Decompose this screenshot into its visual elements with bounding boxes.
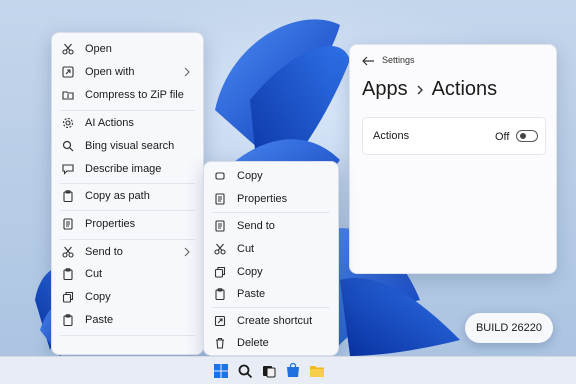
back-arrow-icon[interactable]: [361, 55, 375, 67]
menu-separator: [60, 183, 195, 184]
chevron-right-icon: [417, 85, 423, 94]
zip-folder-icon: [61, 88, 75, 102]
chevron-right-icon: [184, 67, 190, 77]
menu-item-properties[interactable]: Properties: [52, 213, 203, 235]
menu-separator: [60, 239, 195, 240]
menu-item-send-to[interactable]: Send to: [52, 241, 203, 263]
actions-setting-label: Actions: [373, 130, 410, 142]
scissors-icon: [213, 242, 227, 256]
search-icon[interactable]: [237, 363, 253, 379]
menu-item-bing-visual-search[interactable]: Bing visual search: [52, 135, 203, 157]
context-menu: Open Open with Compress to ZiP file AI A…: [51, 32, 204, 355]
chevron-right-icon: [184, 247, 190, 257]
scissors-icon: [61, 42, 75, 56]
submenu-item-copy-2[interactable]: Copy: [204, 261, 338, 283]
submenu-item-label: Delete: [237, 337, 269, 349]
window-title: Settings: [382, 55, 415, 65]
build-badge-label: BUILD 26220: [475, 322, 543, 334]
submenu-item-label: Cut: [237, 243, 255, 255]
copy-icon: [213, 265, 227, 279]
file-explorer-icon[interactable]: [309, 363, 325, 379]
menu-separator: [212, 307, 330, 308]
taskbar: [0, 356, 576, 384]
menu-separator: [60, 210, 195, 211]
menu-item-label: Bing visual search: [85, 140, 175, 152]
submenu-item-paste[interactable]: Paste: [204, 283, 338, 305]
shortcut-icon: [213, 314, 227, 328]
breadcrumb: Apps Actions: [362, 78, 497, 101]
windows-start-icon[interactable]: [213, 363, 229, 379]
menu-item-copy-as-path[interactable]: Copy as path: [52, 185, 203, 207]
submenu: Copy Properties Send to Cut Copy Paste C…: [203, 161, 339, 356]
menu-item-open-with[interactable]: Open with: [52, 61, 203, 83]
clipboard-icon: [213, 287, 227, 301]
menu-item-label: Paste: [85, 314, 114, 326]
settings-window: Settings Apps Actions Actions Off: [349, 44, 557, 274]
document-icon: [213, 219, 227, 233]
document-icon: [61, 217, 75, 231]
menu-item-label: Copy: [85, 291, 111, 303]
menu-item-label: Open: [85, 43, 112, 55]
menu-item-label: Cut: [85, 268, 103, 280]
menu-item-compress-zip[interactable]: Compress to ZiP file: [52, 84, 203, 106]
clipboard-icon: [61, 189, 75, 203]
menu-item-label: Send to: [85, 246, 123, 258]
document-icon: [213, 192, 227, 206]
submenu-item-label: Paste: [237, 288, 266, 300]
submenu-item-delete[interactable]: Delete: [204, 332, 338, 354]
gear-icon: [61, 116, 75, 130]
build-badge: BUILD 26220: [465, 313, 553, 343]
menu-item-label: Copy as path: [85, 190, 150, 202]
toggle-state-label: Off: [495, 131, 510, 143]
submenu-item-label: Create shortcut: [237, 315, 313, 327]
submenu-item-label: Properties: [237, 193, 288, 205]
menu-item-copy[interactable]: Copy: [52, 286, 203, 308]
menu-item-label: Describe image: [85, 163, 162, 175]
submenu-item-copy[interactable]: Copy: [204, 165, 338, 187]
menu-item-cut[interactable]: Cut: [52, 263, 203, 285]
menu-item-label: AI Actions: [85, 117, 134, 129]
submenu-item-cut[interactable]: Cut: [204, 238, 338, 260]
task-view-icon[interactable]: [261, 363, 277, 379]
menu-item-label: Open with: [85, 66, 135, 78]
menu-item-paste[interactable]: Paste: [52, 309, 203, 331]
menu-item-describe-image[interactable]: Describe image: [52, 158, 203, 180]
copy-icon: [213, 169, 227, 183]
open-with-icon: [61, 65, 75, 79]
submenu-item-send-to[interactable]: Send to: [204, 215, 338, 237]
search-icon: [61, 139, 75, 153]
trash-icon: [213, 336, 227, 350]
actions-setting-card: Actions Off: [362, 117, 546, 155]
submenu-item-label: Copy: [237, 170, 263, 182]
menu-item-label: Properties: [85, 218, 136, 230]
clipboard-icon: [61, 313, 75, 327]
copy-icon: [61, 290, 75, 304]
menu-item-open[interactable]: Open: [52, 38, 203, 60]
submenu-item-properties[interactable]: Properties: [204, 188, 338, 210]
breadcrumb-current: Actions: [431, 78, 498, 100]
store-icon[interactable]: [285, 363, 301, 379]
chat-icon: [61, 162, 75, 176]
menu-separator: [60, 110, 195, 111]
menu-separator: [60, 335, 195, 336]
scissors-icon: [61, 245, 75, 259]
menu-separator: [212, 212, 330, 213]
toggle-knob: [520, 133, 526, 139]
menu-item-label: Compress to ZiP file: [85, 89, 184, 101]
breadcrumb-parent[interactable]: Apps: [362, 78, 408, 101]
submenu-item-label: Send to: [237, 220, 275, 232]
actions-toggle[interactable]: [516, 130, 538, 142]
submenu-item-label: Copy: [237, 266, 263, 278]
clipboard-icon: [61, 267, 75, 281]
menu-item-ai-actions[interactable]: AI Actions: [52, 112, 203, 134]
submenu-item-create-shortcut[interactable]: Create shortcut: [204, 310, 338, 332]
